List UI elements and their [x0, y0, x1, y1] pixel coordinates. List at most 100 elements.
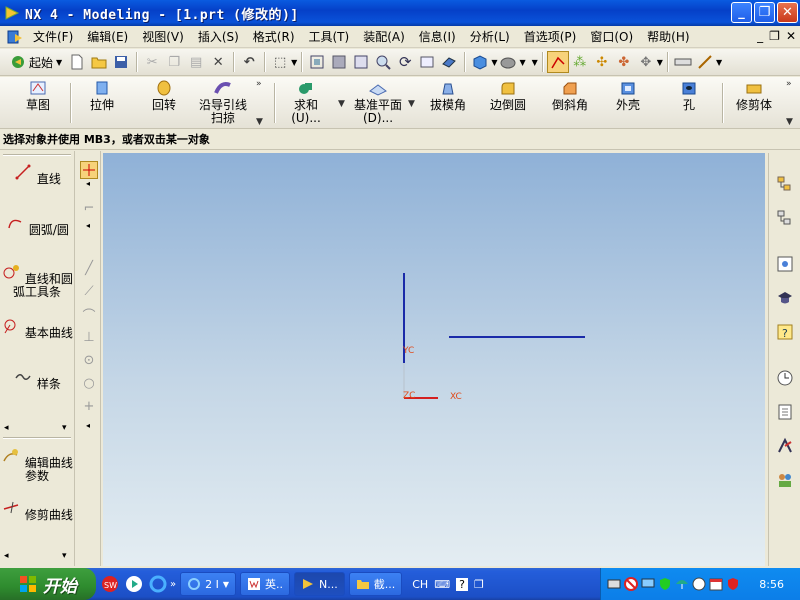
tray-umbrella-icon[interactable] [675, 577, 689, 591]
scroll-left-icon[interactable]: ◂ [4, 423, 9, 433]
start-button[interactable]: 开始 [0, 568, 96, 600]
snap-control-icon[interactable]: ✤ [613, 51, 635, 73]
menu-edit[interactable]: 编辑(E) [80, 26, 135, 48]
point-snap-icon[interactable] [80, 161, 98, 179]
toolbar-overflow-icon[interactable]: » [786, 79, 792, 89]
scroll-left-icon[interactable]: ◂ [86, 179, 90, 188]
language-bar[interactable]: CH ⌨ ? ❐ [412, 577, 484, 591]
chevron-down-icon[interactable]: ▼ [338, 99, 345, 109]
menu-insert[interactable]: 插入(S) [191, 26, 246, 48]
chevron-down-icon[interactable]: ▼ [657, 58, 663, 67]
snap-point-icon[interactable] [546, 51, 569, 73]
task-folder[interactable]: 截... [348, 572, 403, 596]
clock[interactable]: 8:56 [759, 578, 784, 591]
orient-view-icon[interactable] [497, 51, 519, 73]
line-tangent-icon[interactable]: ⟋ [80, 282, 98, 300]
quicklaunch-ie-icon[interactable] [148, 574, 168, 594]
task-word[interactable]: 英.. [240, 572, 291, 596]
scroll-left-icon[interactable]: ◂ [4, 551, 9, 561]
chevron-down-icon[interactable]: ▼ [291, 58, 297, 67]
undo-icon[interactable]: ↶ [238, 51, 260, 73]
rotate-icon[interactable]: ⟳ [394, 51, 416, 73]
quicklaunch-overflow-icon[interactable]: » [170, 579, 176, 590]
mdi-minimize-button[interactable]: _ [757, 29, 763, 43]
menu-tools[interactable]: 工具(T) [302, 26, 357, 48]
tray-no-entry-icon[interactable] [624, 577, 638, 591]
sweep-along-guide-button[interactable]: 沿导引线 扫掠 [196, 79, 250, 125]
tray-calendar-icon[interactable] [709, 577, 723, 591]
perpendicular-icon[interactable]: ⊥ [80, 328, 98, 346]
mdi-restore-button[interactable]: ❐ [769, 29, 780, 43]
zoom-window-icon[interactable] [350, 51, 372, 73]
line-tool-icon[interactable]: ╱ [80, 259, 98, 277]
chevron-down-icon[interactable]: ▼ [532, 58, 538, 67]
process-studio-icon[interactable] [774, 435, 796, 457]
arc-circle-button[interactable]: 圆弧/圆 [0, 214, 74, 237]
edit-curve-parameters-button[interactable]: 编辑曲线 参数 [0, 447, 74, 483]
pan-icon[interactable] [416, 51, 438, 73]
open-folder-icon[interactable] [88, 51, 110, 73]
scroll-down-icon[interactable]: ▾ [62, 551, 67, 561]
history-icon[interactable] [774, 253, 796, 275]
task-ie[interactable]: 2 I ▼ [180, 572, 237, 596]
scroll-left-icon[interactable]: ◂ [86, 221, 90, 230]
chevron-down-icon[interactable]: ▼ [786, 117, 793, 127]
trim-body-button[interactable]: 修剪体 [732, 79, 776, 112]
zoom-icon[interactable] [328, 51, 350, 73]
sketch-button[interactable]: 草图 [20, 79, 56, 112]
scroll-left-icon[interactable]: ◂ [86, 421, 90, 430]
circle-icon[interactable]: ○ [80, 374, 98, 392]
menu-window[interactable]: 窗口(O) [583, 26, 640, 48]
extrude-button[interactable]: 拉伸 [82, 79, 122, 112]
task-nx[interactable]: N... [294, 572, 345, 596]
basic-curves-button[interactable]: 基本曲线 [0, 317, 74, 340]
menu-assemblies[interactable]: 装配(A) [356, 26, 412, 48]
chevron-down-icon[interactable]: ▼ [408, 99, 415, 109]
tray-network-icon[interactable] [607, 577, 621, 591]
selection-icon[interactable]: ⬚ [269, 51, 291, 73]
plus-icon[interactable]: + [80, 397, 98, 415]
menu-information[interactable]: 信息(I) [412, 26, 463, 48]
roles-icon[interactable] [774, 287, 796, 309]
measure-distance-icon[interactable] [672, 51, 694, 73]
copy-icon[interactable]: ❐ [163, 51, 185, 73]
delete-icon[interactable]: ✕ [207, 51, 229, 73]
analysis-icon[interactable] [694, 51, 716, 73]
document-icon[interactable] [6, 29, 24, 45]
menu-analysis[interactable]: 分析(L) [463, 26, 517, 48]
tray-shield-icon[interactable] [658, 577, 672, 591]
revolve-button[interactable]: 回转 [144, 79, 184, 112]
assembly-navigator-icon[interactable] [774, 173, 796, 195]
toolbar-overflow-icon[interactable]: » [256, 79, 262, 89]
fit-view-icon[interactable] [306, 51, 328, 73]
language-help-icon[interactable]: ? [456, 577, 468, 591]
chamfer-curve-icon[interactable]: ⌐ [80, 199, 98, 217]
line-arc-toolbar-button[interactable]: 直线和圆 弧工具条 [0, 263, 74, 299]
start-dropdown[interactable]: 起始 ▼ [6, 54, 66, 71]
unite-button[interactable]: 求和 (U)... [286, 79, 326, 125]
history-clock-icon[interactable] [774, 367, 796, 389]
tray-antivirus-icon[interactable] [726, 577, 740, 591]
quicklaunch-media-icon[interactable] [124, 574, 144, 594]
tray-volume-icon[interactable] [692, 577, 706, 591]
snap-midpoint-icon[interactable]: ✣ [591, 51, 613, 73]
edge-blend-button[interactable]: 边倒圆 [486, 79, 530, 112]
keyboard-icon[interactable]: ⌨ [434, 578, 450, 591]
snap-endpoint-icon[interactable]: ⁂ [569, 51, 591, 73]
shaded-view-icon[interactable] [438, 51, 460, 73]
save-icon[interactable] [110, 51, 132, 73]
arc-tool-icon[interactable]: ⌒ [80, 305, 98, 324]
menu-format[interactable]: 格式(R) [246, 26, 302, 48]
graphics-window[interactable]: YC ZC XC [103, 153, 765, 566]
chevron-down-icon[interactable]: ▼ [256, 117, 263, 127]
chamfer-button[interactable]: 倒斜角 [548, 79, 592, 112]
new-file-icon[interactable] [66, 51, 88, 73]
system-materials-icon[interactable] [774, 401, 796, 423]
menu-file[interactable]: 文件(F) [26, 26, 80, 48]
close-button[interactable]: ✕ [777, 2, 798, 23]
draft-button[interactable]: 拔模角 [426, 79, 470, 112]
menu-help[interactable]: 帮助(H) [640, 26, 696, 48]
menu-preferences[interactable]: 首选项(P) [517, 26, 584, 48]
zoom-in-out-icon[interactable] [372, 51, 394, 73]
shell-button[interactable]: 外壳 [610, 79, 646, 112]
